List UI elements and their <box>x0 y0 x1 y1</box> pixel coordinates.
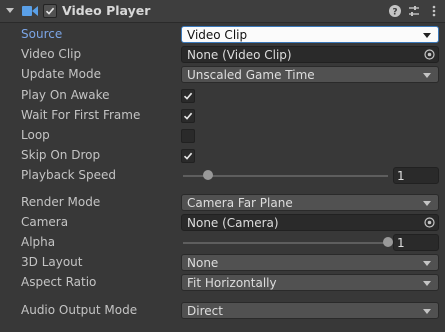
alpha-value: 1 <box>397 236 405 250</box>
render-mode-row: Render Mode Camera Far Plane <box>0 193 445 213</box>
loop-label: Loop <box>21 128 50 142</box>
source-value: Video Clip <box>187 28 248 42</box>
play-on-awake-row: Play On Awake <box>0 86 445 106</box>
update-mode-dropdown[interactable]: Unscaled Game Time <box>181 66 439 83</box>
presets-icon[interactable] <box>407 4 421 18</box>
skip-on-drop-row: Skip On Drop <box>0 146 445 166</box>
chevron-down-icon <box>423 33 431 38</box>
foldout-arrow-icon[interactable] <box>6 8 14 13</box>
chevron-down-icon <box>423 73 431 78</box>
alpha-slider-thumb[interactable] <box>383 237 393 247</box>
aspect-ratio-label: Aspect Ratio <box>21 275 97 289</box>
layout-3d-row: 3D Layout None <box>0 253 445 273</box>
playback-speed-input[interactable]: 1 <box>393 167 439 184</box>
layout-3d-label: 3D Layout <box>21 255 83 269</box>
camera-value: None (Camera) <box>187 216 279 230</box>
playback-speed-row: Playback Speed 1 <box>0 166 445 186</box>
loop-checkbox[interactable] <box>181 129 195 143</box>
chevron-down-icon <box>423 261 431 266</box>
layout-3d-dropdown[interactable]: None <box>181 254 439 271</box>
playback-speed-slider-track[interactable] <box>183 175 388 177</box>
skip-on-drop-checkbox[interactable] <box>181 149 195 163</box>
audio-output-mode-dropdown[interactable]: Direct <box>181 302 439 319</box>
chevron-down-icon <box>423 281 431 286</box>
alpha-input[interactable]: 1 <box>393 234 439 251</box>
chevron-down-icon <box>423 309 431 314</box>
chevron-down-icon <box>423 201 431 206</box>
wait-first-frame-checkbox[interactable] <box>181 109 195 123</box>
wait-first-frame-label: Wait For First Frame <box>21 108 141 122</box>
playback-speed-label: Playback Speed <box>21 168 116 182</box>
object-picker-icon[interactable] <box>424 49 435 60</box>
alpha-row: Alpha 1 <box>0 233 445 253</box>
audio-output-mode-row: Audio Output Mode Direct <box>0 301 445 321</box>
video-clip-row: Video Clip None (Video Clip) <box>0 45 445 65</box>
component-title: Video Player <box>62 3 151 18</box>
camera-row: Camera None (Camera) <box>0 213 445 233</box>
render-mode-dropdown[interactable]: Camera Far Plane <box>181 194 439 211</box>
source-row: Source Video Clip <box>0 25 445 45</box>
component-header: Video Player ? <box>0 0 445 23</box>
layout-3d-value: None <box>187 256 219 270</box>
render-mode-label: Render Mode <box>21 195 101 209</box>
play-on-awake-checkbox[interactable] <box>181 89 195 103</box>
video-clip-field[interactable]: None (Video Clip) <box>181 46 439 63</box>
update-mode-row: Update Mode Unscaled Game Time <box>0 65 445 85</box>
update-mode-label: Update Mode <box>21 67 101 81</box>
camera-field[interactable]: None (Camera) <box>181 214 439 231</box>
source-label: Source <box>21 27 63 41</box>
more-menu-icon[interactable] <box>427 4 441 18</box>
svg-text:?: ? <box>392 8 397 18</box>
source-dropdown[interactable]: Video Clip <box>181 26 439 43</box>
video-clip-label: Video Clip <box>21 47 82 61</box>
aspect-ratio-row: Aspect Ratio Fit Horizontally <box>0 273 445 293</box>
aspect-ratio-value: Fit Horizontally <box>187 276 277 290</box>
wait-first-frame-row: Wait For First Frame <box>0 106 445 126</box>
aspect-ratio-dropdown[interactable]: Fit Horizontally <box>181 274 439 291</box>
playback-speed-value: 1 <box>397 169 405 183</box>
update-mode-value: Unscaled Game Time <box>187 68 315 82</box>
play-on-awake-label: Play On Awake <box>21 88 110 102</box>
object-picker-icon[interactable] <box>424 217 435 228</box>
audio-output-mode-label: Audio Output Mode <box>21 303 138 317</box>
camera-label: Camera <box>21 215 69 229</box>
alpha-label: Alpha <box>21 235 56 249</box>
video-clip-value: None (Video Clip) <box>187 48 292 62</box>
skip-on-drop-label: Skip On Drop <box>21 148 101 162</box>
render-mode-value: Camera Far Plane <box>187 196 293 210</box>
help-icon[interactable]: ? <box>388 4 402 18</box>
loop-row: Loop <box>0 126 445 146</box>
audio-output-mode-value: Direct <box>187 304 223 318</box>
alpha-slider-track[interactable] <box>183 242 388 244</box>
component-enabled-checkbox[interactable] <box>43 4 57 18</box>
playback-speed-slider-thumb[interactable] <box>202 170 213 180</box>
video-player-icon <box>22 6 38 16</box>
